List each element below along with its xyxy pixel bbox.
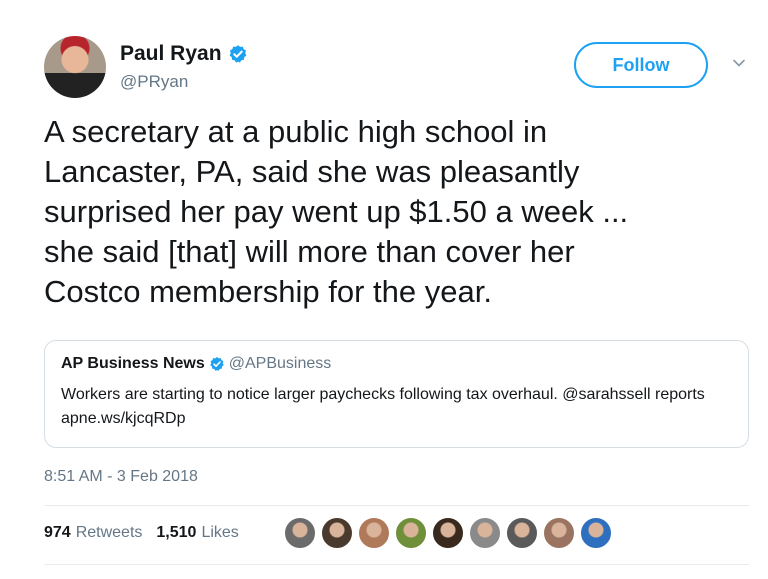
retweets-count[interactable]: 974 <box>44 524 71 542</box>
follow-button[interactable]: Follow <box>574 42 708 88</box>
divider <box>44 564 749 565</box>
author-handle[interactable]: @PRyan <box>120 72 188 92</box>
author-name-row: Paul Ryan <box>120 42 248 66</box>
retweets-label[interactable]: Retweets <box>76 524 143 542</box>
quoted-tweet-text: Workers are starting to notice larger pa… <box>61 386 705 427</box>
tweet-timestamp[interactable]: 8:51 AM - 3 Feb 2018 <box>44 468 198 486</box>
author-avatar[interactable] <box>44 36 106 98</box>
likes-label[interactable]: Likes <box>201 524 238 542</box>
liker-avatar[interactable] <box>394 516 428 550</box>
liker-avatar[interactable] <box>320 516 354 550</box>
tweet-stats: 974 Retweets 1,510 Likes <box>44 524 253 542</box>
quoted-author-name: AP Business News <box>61 355 205 372</box>
divider <box>44 505 749 506</box>
liker-avatar[interactable] <box>468 516 502 550</box>
liker-avatar[interactable] <box>542 516 576 550</box>
chevron-down-icon[interactable] <box>732 56 746 70</box>
author-name[interactable]: Paul Ryan <box>120 42 222 66</box>
liker-avatar[interactable] <box>505 516 539 550</box>
tweet-text: A secretary at a public high school in L… <box>44 114 629 309</box>
tweet-header: Paul Ryan @PRyan Follow <box>44 36 754 98</box>
likes-count[interactable]: 1,510 <box>156 524 196 542</box>
liker-avatar[interactable] <box>431 516 465 550</box>
verified-badge-icon <box>210 357 224 371</box>
quoted-author-handle: @APBusiness <box>228 355 332 372</box>
quoted-tweet[interactable]: AP Business News @APBusiness Workers are… <box>44 340 749 448</box>
liker-avatar[interactable] <box>357 516 391 550</box>
liker-avatar[interactable] <box>579 516 613 550</box>
quoted-tweet-header: AP Business News @APBusiness <box>61 355 732 373</box>
liker-avatars <box>283 516 616 550</box>
liker-avatar[interactable] <box>283 516 317 550</box>
verified-badge-icon <box>229 45 246 63</box>
